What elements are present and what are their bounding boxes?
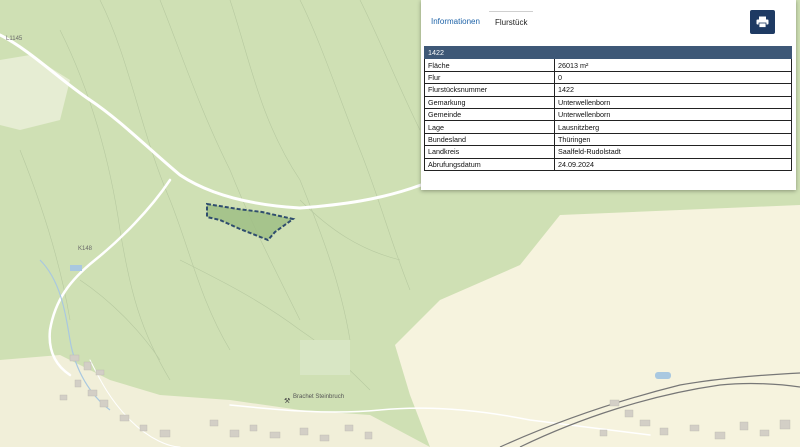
parcel-info-table: 1422 Fläche 26013 m² Flur 0 Flurstücksnumm… xyxy=(424,45,792,171)
table-row: Gemeinde Unterwellenborn xyxy=(424,107,792,122)
pond-east xyxy=(655,372,671,379)
parcel-number-header: 1422 xyxy=(424,45,792,60)
row-label: Fläche xyxy=(424,58,555,72)
quarry-icon: ⚒ xyxy=(284,398,291,405)
table-row: Lage Lausnitzberg xyxy=(424,120,792,134)
table-row: Fläche 26013 m² xyxy=(424,58,792,72)
table-row: Abrufungsdatum 24.09.2024 xyxy=(424,157,792,171)
parcel-header-row: 1422 xyxy=(424,45,792,60)
tab-flurstueck[interactable]: Flurstück xyxy=(489,11,534,34)
table-row: Gemarkung Unterwellenborn xyxy=(424,95,792,109)
row-label: Landkreis xyxy=(424,145,555,159)
info-tabs: Informationen Flurstück xyxy=(421,0,796,44)
row-value: Lausnitzberg xyxy=(554,120,792,134)
road-label-l1145: L1145 xyxy=(6,36,23,42)
table-row: Bundesland Thüringen xyxy=(424,132,792,147)
row-label: Flurstücksnummer xyxy=(424,83,555,97)
row-label: Flur xyxy=(424,70,555,85)
table-row: Flurstücksnummer 1422 xyxy=(424,83,792,97)
row-label: Gemeinde xyxy=(424,107,555,122)
row-value: Thüringen xyxy=(554,132,792,147)
row-label: Gemarkung xyxy=(424,95,555,109)
quarry-area xyxy=(300,340,350,375)
pond xyxy=(70,265,82,271)
row-value: 24.09.2024 xyxy=(554,157,792,171)
row-value: Saalfeld-Rudolstadt xyxy=(554,145,792,159)
tab-informationen[interactable]: Informationen xyxy=(425,11,486,33)
table-row: Landkreis Saalfeld-Rudolstadt xyxy=(424,145,792,159)
row-label: Lage xyxy=(424,120,555,134)
row-value: 26013 m² xyxy=(554,58,792,72)
print-button[interactable] xyxy=(750,10,775,34)
row-label: Abrufungsdatum xyxy=(424,157,555,171)
poi-label-quarry: Brachet Steinbruch xyxy=(293,394,345,400)
printer-icon xyxy=(756,16,769,28)
info-panel: Informationen Flurstück 1422 Fläche 26013… xyxy=(421,0,796,190)
table-row: Flur 0 xyxy=(424,70,792,85)
row-value: 1422 xyxy=(554,83,792,97)
row-value: Unterwellenborn xyxy=(554,95,792,109)
row-label: Bundesland xyxy=(424,132,555,147)
row-value: Unterwellenborn xyxy=(554,107,792,122)
road-label-k148: K148 xyxy=(78,246,93,252)
row-value: 0 xyxy=(554,70,792,85)
